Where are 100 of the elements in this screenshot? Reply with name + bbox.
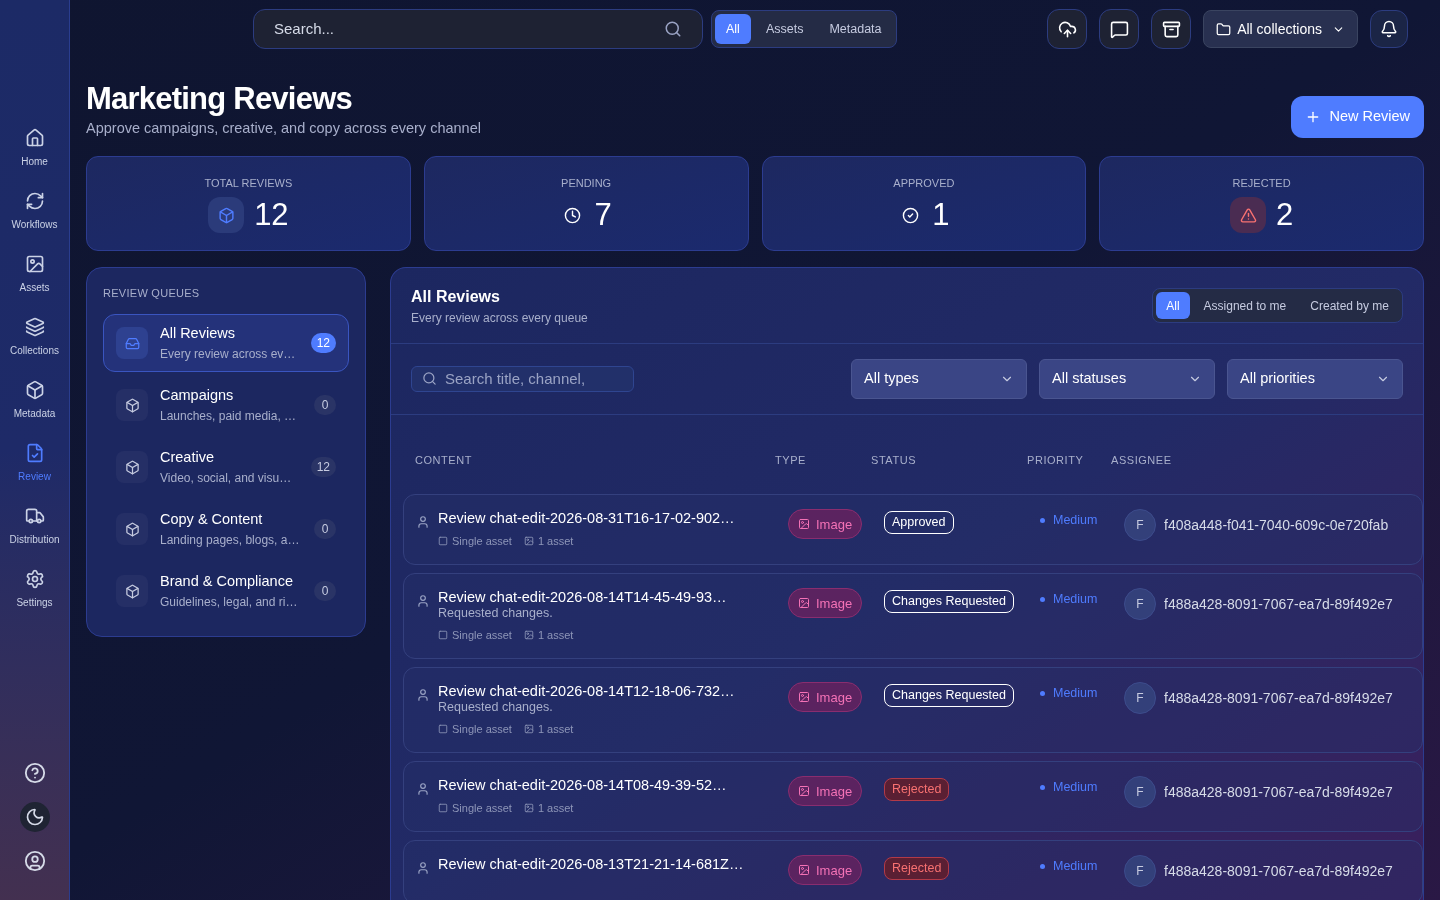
nav-item[interactable]: Metadata [1, 380, 68, 421]
column-header: TYPE [775, 452, 807, 468]
profile-icon[interactable] [23, 850, 46, 872]
upload-button[interactable] [1047, 9, 1088, 49]
review-title: Review chat-edit-2026-08-14T08-49-39-52… [438, 776, 727, 795]
queue-item[interactable]: Creative Video, social, and visu… 12 [103, 438, 349, 497]
review-title: Review chat-edit-2026-08-14T14-45-49-93… [438, 588, 727, 607]
column-header: STATUS [871, 452, 918, 468]
assignee-id: f408a448-f041-7040-609c-0e720fab [1164, 516, 1389, 536]
type-tag: Image [788, 588, 863, 619]
meta-text: 1 asset [537, 722, 574, 737]
moon-icon [24, 807, 45, 827]
priority-text: Medium [1053, 685, 1098, 703]
stat-value: 7 [594, 197, 612, 234]
review-title: Review chat-edit-2026-08-31T16-17-02-902… [438, 509, 735, 528]
image-icon [798, 785, 810, 798]
chat-icon [1109, 19, 1129, 39]
cube-icon [124, 459, 140, 475]
archive-button[interactable] [1151, 9, 1192, 49]
review-description: Requested changes. [438, 700, 554, 716]
filter-dropdown[interactable]: All types [851, 358, 1027, 399]
review-row[interactable]: Review chat-edit-2026-08-13T21-21-14-681Z… Image Rejected Medium F f488a428-8091-7067-ea7d-89f492e7 [403, 840, 1423, 900]
queue-description: Launches, paid media, … [160, 408, 298, 426]
image-icon [523, 630, 534, 641]
review-search-field[interactable]: Search title, channel, [411, 365, 634, 392]
chat-button[interactable] [1099, 9, 1140, 49]
count-badge: 0 [314, 581, 336, 602]
type-tag: Image [788, 776, 863, 807]
queue-item[interactable]: Brand & Compliance Guidelines, legal, and ri… 0 [103, 562, 349, 621]
status-tag: Rejected [884, 857, 950, 881]
nav-item[interactable]: Distribution [1, 506, 68, 547]
nav-item[interactable]: Workflows [1, 191, 68, 232]
square-icon [438, 803, 448, 814]
square-icon [438, 724, 448, 735]
meta-text: Single asset [452, 801, 512, 816]
queue-name: Creative [160, 448, 215, 468]
queue-description: Video, social, and visu… [160, 470, 293, 488]
queue-item[interactable]: Copy & Content Landing pages, blogs, a… 0 [103, 500, 349, 559]
status-tag: Changes Requested [884, 590, 1014, 614]
priority-text: Medium [1053, 858, 1098, 876]
type-tag: Image [788, 682, 863, 713]
column-header: ASSIGNEE [1111, 452, 1173, 468]
count-badge: 12 [310, 457, 336, 478]
page-title: Marketing Reviews [86, 80, 353, 118]
queue-name: Brand & Compliance [160, 572, 294, 592]
nav-item[interactable]: Review [1, 443, 68, 484]
review-row[interactable]: Review chat-edit-2026-08-14T08-49-39-52… Single asset 1 asset Image Rejected Medium F f488a428-8091-7067-ea7d-89f492e7 [403, 761, 1423, 833]
status-tag: Approved [884, 511, 954, 535]
cube-icon [124, 397, 140, 413]
image-icon [798, 691, 810, 704]
filter-dropdown[interactable]: All priorities [1227, 358, 1403, 399]
review-row[interactable]: Review chat-edit-2026-08-14T14-45-49-93… Requested changes. Single asset 1 asset Image Changes Requested Medium F f488a428-8091-7067-ea7d-89f492e7 [403, 573, 1423, 660]
folder-icon [1216, 21, 1232, 37]
tab[interactable]: Created by me [1300, 292, 1399, 320]
count-badge: 12 [310, 333, 336, 354]
collections-dropdown[interactable]: All collections [1203, 10, 1358, 48]
tab[interactable]: All [715, 14, 751, 44]
panel-subtitle: Every review across every queue [411, 309, 588, 327]
image-icon [798, 864, 810, 877]
search-input[interactable]: Search... [274, 17, 664, 41]
meta-text: 1 asset [537, 534, 574, 549]
tab[interactable]: Assets [754, 14, 815, 44]
theme-toggle[interactable] [19, 802, 50, 832]
tab[interactable]: Metadata [818, 14, 893, 44]
upload-icon [1057, 19, 1077, 39]
panel-title: All Reviews [411, 286, 501, 307]
user-icon [416, 688, 430, 703]
square-icon [438, 630, 448, 641]
queue-description: Every review across ev… [160, 346, 297, 364]
nav-item[interactable]: Home [1, 128, 68, 169]
notifications-button[interactable] [1370, 10, 1408, 48]
queue-item[interactable]: All Reviews Every review across ev… 12 [103, 314, 349, 373]
stat-label: APPROVED [893, 175, 955, 191]
search-input[interactable]: Search title, channel, [445, 367, 623, 391]
search-field[interactable]: Search... [253, 9, 703, 49]
queue-name: Campaigns [160, 386, 235, 406]
type-tag: Image [788, 855, 863, 886]
new-review-button[interactable]: New Review [1291, 95, 1424, 138]
tab[interactable]: All [1156, 292, 1190, 320]
home-icon [24, 128, 45, 148]
search-icon [664, 20, 682, 38]
settings-icon [24, 569, 45, 589]
help-icon[interactable] [23, 762, 46, 784]
search-icon [422, 371, 437, 387]
queue-item[interactable]: Campaigns Launches, paid media, … 0 [103, 376, 349, 435]
tab[interactable]: Assigned to me [1193, 292, 1297, 320]
queue-name: Copy & Content [160, 510, 264, 530]
nav-item[interactable]: Assets [1, 254, 68, 295]
avatar: F [1124, 588, 1156, 621]
meta-text: Single asset [452, 628, 512, 643]
review-row[interactable]: Review chat-edit-2026-08-14T12-18-06-732… Requested changes. Single asset 1 asset Image Changes Requested Medium F f488a428-8091-7067-ea7d-89f492e7 [403, 667, 1423, 754]
bell-icon [1380, 20, 1398, 38]
cube-icon [24, 380, 45, 400]
review-row[interactable]: Review chat-edit-2026-08-31T16-17-02-902… Single asset 1 asset Image Approved Medium F f408a448-f041-7040-609c-0e720fab [403, 494, 1423, 566]
nav-item[interactable]: Collections [1, 317, 68, 358]
page-subtitle: Approve campaigns, creative, and copy across every channel [86, 119, 481, 138]
status-tag: Rejected [884, 778, 950, 802]
cube-icon [124, 521, 140, 537]
nav-item[interactable]: Settings [1, 569, 68, 610]
filter-dropdown[interactable]: All statuses [1039, 358, 1215, 399]
